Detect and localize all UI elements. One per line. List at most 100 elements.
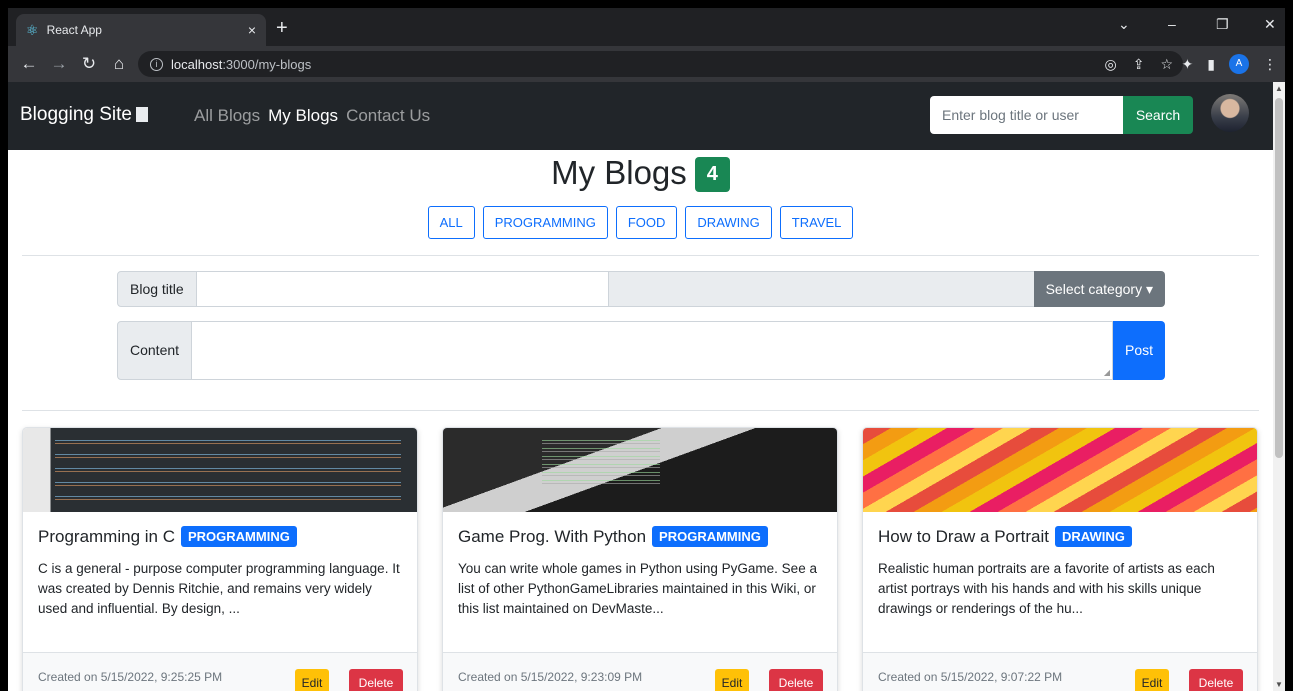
eye-off-icon[interactable]: ◎: [1104, 56, 1116, 73]
blog-title-group: Blog title Select category ▾: [117, 271, 1165, 307]
filter-drawing-button[interactable]: DRAWING: [685, 206, 772, 239]
created-timestamp: Created on 5/15/2022, 9:23:09 PM: [458, 670, 643, 684]
card-footer: Created on 5/15/2022, 9:07:22 PM Edit De…: [863, 652, 1257, 691]
card-text: Realistic human portraits are a favorite…: [878, 561, 1215, 616]
new-tab-icon[interactable]: +: [276, 18, 288, 38]
card-title-text: Programming in C: [38, 526, 175, 546]
page-title: My Blogs 4: [8, 154, 1273, 192]
card-body: Game Prog. With Python PROGRAMMING You c…: [443, 512, 837, 621]
card-footer: Created on 5/15/2022, 9:25:25 PM Edit De…: [23, 652, 417, 691]
card-text: You can write whole games in Python usin…: [458, 561, 817, 616]
content-label: Content: [117, 321, 193, 380]
edit-button[interactable]: Edit: [1135, 669, 1169, 691]
scroll-down-icon[interactable]: ▼: [1275, 680, 1283, 689]
extensions-icon[interactable]: ✦: [1182, 56, 1194, 73]
created-timestamp: Created on 5/15/2022, 9:07:22 PM: [878, 670, 1063, 684]
forward-icon[interactable]: →: [44, 54, 74, 74]
site-info-icon[interactable]: i: [150, 57, 163, 71]
page-scrollbar[interactable]: ▲ ▼: [1273, 82, 1285, 691]
blog-title-input[interactable]: [196, 271, 609, 307]
site-navbar: Blogging Site All Blogs My Blogs Contact…: [8, 82, 1273, 150]
delete-button[interactable]: Delete: [769, 669, 823, 691]
blog-card: Programming in C PROGRAMMING C is a gene…: [22, 427, 418, 691]
category-badge: DRAWING: [1055, 526, 1132, 547]
brand-label: Blogging Site: [20, 104, 132, 125]
blog-title-label: Blog title: [117, 271, 197, 307]
browser-titlebar: ⚛ React App × + ⌄ – ❐ ✕: [8, 8, 1285, 46]
card-footer: Created on 5/15/2022, 9:23:09 PM Edit De…: [443, 652, 837, 691]
home-icon[interactable]: ⌂: [104, 54, 134, 74]
blog-card: How to Draw a Portrait DRAWING Realistic…: [862, 427, 1258, 691]
sidepanel-icon[interactable]: ▮: [1207, 56, 1215, 73]
document-icon: [135, 107, 148, 122]
created-timestamp: Created on 5/15/2022, 9:25:25 PM: [38, 670, 223, 684]
back-icon[interactable]: ←: [14, 54, 44, 74]
card-title: Game Prog. With Python PROGRAMMING: [458, 526, 822, 547]
page-content: My Blogs 4 ALL PROGRAMMING FOOD DRAWING T…: [8, 150, 1273, 691]
card-image: [23, 428, 417, 512]
category-filters: ALL PROGRAMMING FOOD DRAWING TRAVEL: [8, 206, 1273, 239]
page-title-text: My Blogs: [551, 154, 687, 191]
menu-icon[interactable]: ⋮: [1263, 56, 1277, 73]
search-input[interactable]: Enter blog title or user: [930, 96, 1123, 134]
tab-title: React App: [46, 23, 102, 37]
card-title: How to Draw a Portrait DRAWING: [878, 526, 1242, 547]
star-icon[interactable]: ☆: [1160, 56, 1173, 73]
nav-link-my-blogs[interactable]: My Blogs: [268, 106, 338, 126]
card-body: How to Draw a Portrait DRAWING Realistic…: [863, 512, 1257, 621]
scroll-thumb[interactable]: [1275, 98, 1283, 458]
address-bar[interactable]: i localhost :3000/my-blogs ◎ ⇪ ☆: [138, 51, 1183, 77]
minimize-icon[interactable]: –: [1168, 16, 1176, 32]
browser-toolbar: ← → ↻ ⌂ i localhost :3000/my-blogs ◎ ⇪ ☆…: [8, 46, 1285, 82]
nav-link-contact-us[interactable]: Contact Us: [346, 106, 430, 126]
url-path: :3000/my-blogs: [222, 56, 312, 72]
post-button[interactable]: Post: [1113, 321, 1165, 380]
select-category-dropdown[interactable]: Select category ▾: [1033, 271, 1165, 307]
select-category-label: Select category: [1045, 281, 1143, 297]
url-host: localhost: [171, 56, 223, 72]
share-icon[interactable]: ⇪: [1133, 56, 1145, 73]
blog-count-badge: 4: [694, 157, 730, 192]
divider: [22, 410, 1259, 411]
omnibox-actions: ◎ ⇪ ☆: [1104, 56, 1173, 73]
browser-window: ⚛ React App × + ⌄ – ❐ ✕ ← → ↻ ⌂ i localh…: [8, 8, 1285, 691]
restore-icon[interactable]: ❐: [1216, 16, 1229, 33]
user-avatar[interactable]: [1211, 94, 1249, 132]
blog-card: Game Prog. With Python PROGRAMMING You c…: [442, 427, 838, 691]
toolbar-right: ✦ ▮ A ⋮: [1182, 54, 1277, 74]
category-display: [608, 271, 1034, 307]
divider: [22, 255, 1259, 256]
search-button[interactable]: Search: [1123, 96, 1193, 134]
filter-all-button[interactable]: ALL: [427, 206, 475, 239]
card-body: Programming in C PROGRAMMING C is a gene…: [23, 512, 417, 621]
delete-button[interactable]: Delete: [349, 669, 403, 691]
tab-close-icon[interactable]: ×: [248, 22, 256, 38]
category-badge: PROGRAMMING: [652, 526, 768, 547]
react-icon: ⚛: [26, 21, 39, 38]
reload-icon[interactable]: ↻: [74, 54, 104, 74]
card-title: Programming in C PROGRAMMING: [38, 526, 402, 547]
card-title-text: Game Prog. With Python: [458, 526, 647, 546]
browser-tab[interactable]: ⚛ React App ×: [16, 14, 266, 46]
scroll-up-icon[interactable]: ▲: [1275, 84, 1283, 93]
nav-link-all-blogs[interactable]: All Blogs: [194, 106, 260, 126]
card-title-text: How to Draw a Portrait: [878, 526, 1049, 546]
delete-button[interactable]: Delete: [1189, 669, 1243, 691]
filter-programming-button[interactable]: PROGRAMMING: [482, 206, 608, 239]
card-image: [863, 428, 1257, 512]
card-text: C is a general - purpose computer progra…: [38, 561, 400, 616]
content-textarea[interactable]: ◢: [192, 321, 1113, 380]
caret-down-icon: ▾: [1145, 281, 1153, 297]
profile-avatar[interactable]: A: [1229, 54, 1249, 74]
edit-button[interactable]: Edit: [295, 669, 329, 691]
resize-grip-icon[interactable]: ◢: [1104, 368, 1110, 377]
brand-link[interactable]: Blogging Site: [20, 104, 148, 126]
filter-travel-button[interactable]: TRAVEL: [779, 206, 854, 239]
card-image: [443, 428, 837, 512]
tab-search-icon[interactable]: ⌄: [1118, 16, 1130, 33]
nav-links: All Blogs My Blogs Contact Us: [194, 106, 430, 126]
category-badge: PROGRAMMING: [181, 526, 297, 547]
filter-food-button[interactable]: FOOD: [615, 206, 678, 239]
edit-button[interactable]: Edit: [715, 669, 749, 691]
close-window-icon[interactable]: ✕: [1264, 16, 1276, 33]
